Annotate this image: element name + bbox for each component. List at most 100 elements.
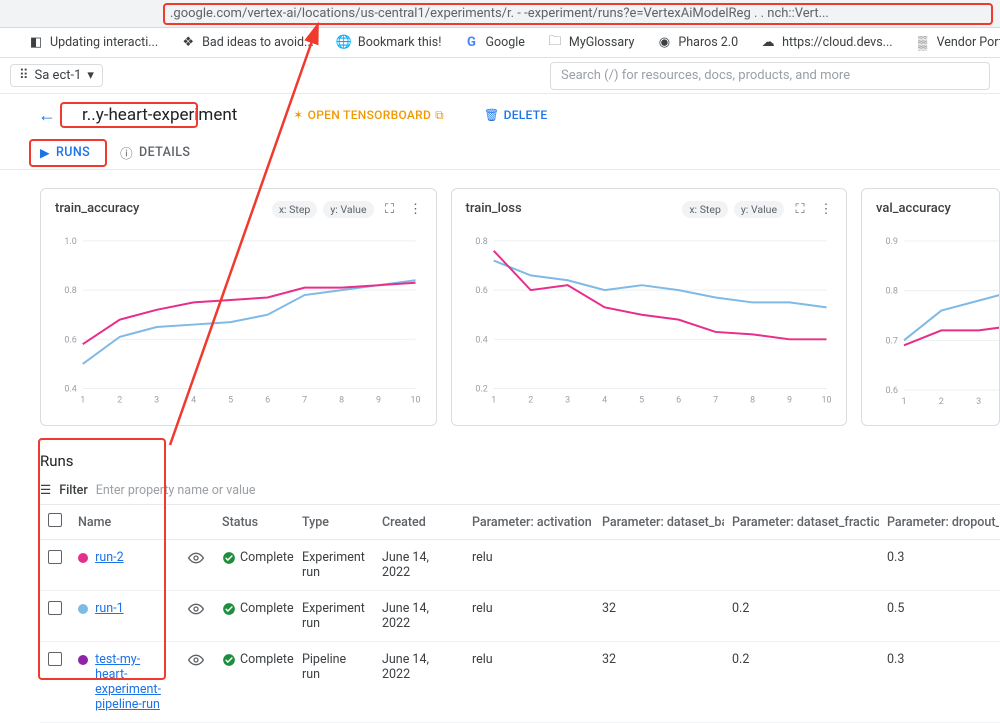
- chart-plot: 0.40.60.81.012345678910: [55, 233, 421, 406]
- svg-text:3: 3: [154, 395, 159, 405]
- chart-card-val-accuracy: val_accuracy 0.60.70.80.912345678910: [861, 188, 1000, 426]
- bookmark-item[interactable]: ◧ Updating interacti...: [28, 35, 158, 51]
- svg-text:2: 2: [117, 395, 122, 405]
- svg-text:8: 8: [750, 395, 755, 405]
- row-checkbox[interactable]: [48, 652, 62, 666]
- y-axis-chip[interactable]: y: Value: [734, 201, 784, 218]
- bookmark-item[interactable]: ▒ Vendor Portal: [915, 35, 1000, 51]
- status-complete: Complete: [222, 652, 294, 667]
- gcp-icon: ⠿: [19, 68, 29, 83]
- svg-text:1: 1: [80, 395, 85, 405]
- col-name[interactable]: Name: [70, 505, 180, 540]
- svg-text:5: 5: [639, 395, 644, 405]
- cell-split: [724, 540, 879, 591]
- bookmark-item[interactable]: 🗀 MyGlossary: [547, 35, 634, 51]
- delete-button[interactable]: 🗑 DELETE: [484, 108, 547, 122]
- bookmark-label: Bad ideas to avoid...: [202, 35, 314, 50]
- col-status[interactable]: Status: [214, 505, 294, 540]
- x-axis-chip[interactable]: x: Step: [272, 201, 318, 218]
- run-name-link[interactable]: run-1: [95, 601, 124, 616]
- cell-dropout: 0.5: [879, 591, 999, 642]
- cell-dropout: 0.3: [879, 642, 999, 723]
- svg-text:3: 3: [565, 395, 570, 405]
- open-tensorboard-label: OPEN TENSORBOARD: [308, 108, 431, 122]
- svg-text:4: 4: [602, 395, 607, 405]
- svg-text:0.4: 0.4: [475, 335, 487, 345]
- table-row: run-2 Complete Experiment run June 14, 2…: [40, 540, 1000, 591]
- visibility-icon[interactable]: [188, 555, 204, 570]
- google-icon: G: [463, 35, 479, 51]
- project-name: Sa ect-1: [35, 68, 82, 83]
- project-selector[interactable]: ⠿ Sa ect-1 ▾: [10, 64, 103, 87]
- globe-icon: 🌐: [336, 35, 352, 51]
- bookmark-item[interactable]: ◉ Pharos 2.0: [656, 35, 738, 51]
- svg-text:7: 7: [302, 395, 307, 405]
- filter-bar: ☰ Filter Enter property name or value: [40, 482, 1000, 504]
- svg-text:10: 10: [821, 395, 831, 405]
- cell-activation: relu: [464, 591, 594, 642]
- table-row: test-my-heart-experiment-pipeline-run Co…: [40, 642, 1000, 723]
- fullscreen-icon[interactable]: ⛶: [790, 199, 810, 219]
- chart-controls: x: Step y: Value ⛶ ⋮: [272, 199, 426, 219]
- col-split[interactable]: Parameter: dataset_fraction_split: [724, 505, 879, 540]
- back-arrow-icon[interactable]: ←: [38, 105, 56, 126]
- fullscreen-icon[interactable]: ⛶: [380, 199, 400, 219]
- tab-runs[interactable]: ▶ RUNS: [40, 145, 90, 161]
- col-dropout[interactable]: Parameter: dropout_rate: [879, 505, 999, 540]
- svg-text:2: 2: [528, 395, 533, 405]
- chart-card-train-accuracy: train_accuracy x: Step y: Value ⛶ ⋮ 0.40…: [40, 188, 437, 426]
- filter-input[interactable]: Enter property name or value: [96, 483, 256, 498]
- site-icon: ◧: [28, 35, 44, 51]
- run-name-link[interactable]: run-2: [95, 550, 124, 565]
- filter-icon[interactable]: ☰: [40, 482, 51, 498]
- cell-split: 0.2: [724, 642, 879, 723]
- tab-details[interactable]: ⓘ DETAILS: [120, 143, 190, 162]
- svg-text:3: 3: [976, 397, 981, 407]
- open-tensorboard-button[interactable]: ✶ OPEN TENSORBOARD ⧉: [293, 108, 444, 123]
- runs-table: Name Status Type Created Parameter: acti…: [40, 504, 1000, 723]
- col-type[interactable]: Type: [294, 505, 374, 540]
- cloud-icon: ☁︎: [760, 35, 776, 51]
- visibility-icon[interactable]: [188, 606, 204, 621]
- tab-runs-label: RUNS: [56, 145, 90, 160]
- search-input[interactable]: Search (/) for resources, docs, products…: [550, 62, 990, 90]
- bookmark-item[interactable]: ☁︎ https://cloud.devs...: [760, 35, 892, 51]
- col-activation[interactable]: Parameter: activation: [464, 505, 594, 540]
- col-created[interactable]: Created: [374, 505, 464, 540]
- more-icon[interactable]: ⋮: [406, 199, 426, 219]
- svg-text:10: 10: [411, 395, 421, 405]
- bookmark-label: Bookmark this!: [358, 35, 442, 50]
- bookmark-item[interactable]: G Google: [463, 35, 524, 51]
- row-checkbox[interactable]: [48, 550, 62, 564]
- color-dot: [78, 553, 88, 563]
- cell-type: Pipeline run: [294, 642, 374, 723]
- url-text: .google.com/vertex-ai/locations/us-centr…: [170, 6, 829, 21]
- tensorboard-icon: ✶: [293, 108, 303, 122]
- visibility-icon[interactable]: [188, 657, 204, 672]
- svg-text:0.8: 0.8: [64, 286, 76, 296]
- row-checkbox[interactable]: [48, 601, 62, 615]
- bookmark-item[interactable]: 🌐 Bookmark this!: [336, 35, 442, 51]
- info-icon: ⓘ: [120, 143, 133, 162]
- bookmark-label: Updating interacti...: [50, 35, 158, 50]
- gcp-topbar: ⠿ Sa ect-1 ▾ Search (/) for resources, d…: [0, 58, 1000, 94]
- more-icon[interactable]: ⋮: [816, 199, 836, 219]
- experiment-header: ← r..y-heart-experiment ✶ OPEN TENSORBOA…: [0, 94, 1000, 136]
- cell-batch: 32: [594, 591, 724, 642]
- select-all-checkbox[interactable]: [48, 513, 62, 527]
- run-name-link[interactable]: test-my-heart-experiment-pipeline-run: [95, 652, 165, 712]
- svg-text:1.0: 1.0: [64, 237, 76, 247]
- color-dot: [78, 655, 88, 665]
- bookmark-label: Google: [485, 35, 524, 50]
- bookmark-label: Pharos 2.0: [678, 35, 738, 50]
- svg-text:0.6: 0.6: [64, 335, 76, 345]
- x-axis-chip[interactable]: x: Step: [682, 201, 728, 218]
- svg-text:2: 2: [939, 397, 944, 407]
- bookmark-label: Vendor Portal: [937, 35, 1000, 50]
- y-axis-chip[interactable]: y: Value: [323, 201, 373, 218]
- chart-plot: 0.20.40.60.812345678910: [466, 233, 832, 406]
- bookmark-item[interactable]: ❖ Bad ideas to avoid...: [180, 35, 314, 51]
- col-batch[interactable]: Parameter: dataset_batch: [594, 505, 724, 540]
- external-link-icon: ⧉: [435, 108, 444, 123]
- bookmarks-bar: ◧ Updating interacti... ❖ Bad ideas to a…: [0, 28, 1000, 58]
